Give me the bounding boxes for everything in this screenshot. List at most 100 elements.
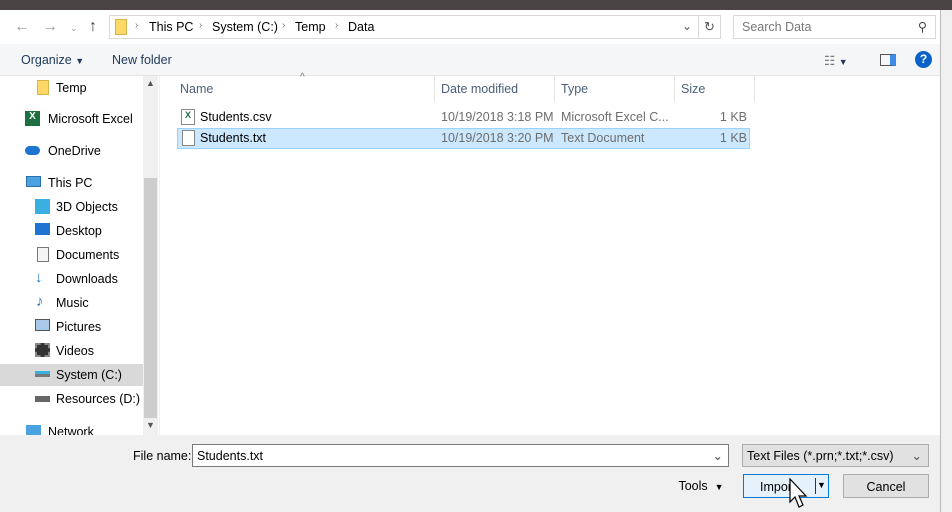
caret-down-icon: ▼: [75, 56, 85, 66]
search-input[interactable]: Search Data ⚲: [733, 15, 936, 39]
file-size: 1 KB: [719, 110, 747, 124]
title-bar: [0, 0, 952, 10]
file-size: 1 KB: [719, 131, 747, 145]
sidebar-item-resources-d[interactable]: Resources (D:): [0, 388, 143, 410]
sidebar-item-label: Downloads: [56, 272, 118, 286]
tools-label: Tools: [678, 479, 708, 493]
new-folder-button[interactable]: New folder: [112, 53, 172, 67]
sidebar-item-temp[interactable]: Temp: [0, 77, 143, 99]
breadcrumb-data[interactable]: Data: [348, 20, 374, 34]
column-header-size[interactable]: Size: [681, 82, 705, 96]
file-name: Students.csv: [200, 110, 272, 124]
file-row-students-csv[interactable]: X Students.csv 10/19/2018 3:18 PM Micros…: [177, 107, 750, 128]
cancel-button[interactable]: Cancel: [843, 474, 929, 498]
sidebar-item-network[interactable]: Network: [0, 420, 143, 435]
organize-label: Organize: [21, 53, 72, 67]
recent-dropdown-icon[interactable]: ⌄: [70, 23, 78, 34]
sidebar-item-videos[interactable]: Videos: [0, 340, 143, 362]
sidebar-item-microsoft-excel[interactable]: X Microsoft Excel: [0, 108, 143, 130]
sidebar-item-label: System (C:): [56, 368, 122, 382]
import-options-caret-icon[interactable]: ▼: [817, 480, 826, 490]
sidebar-item-label: Resources (D:): [56, 392, 141, 406]
sidebar-item-label: 3D Objects: [56, 200, 118, 214]
file-name-value: Students.txt: [197, 449, 264, 463]
download-icon: ↓: [35, 269, 43, 286]
toolbar: Organize ▼ New folder ☷ ▼ ?: [0, 44, 940, 76]
file-type: Text Document: [561, 131, 645, 145]
tools-button[interactable]: Tools ▼: [666, 474, 736, 498]
address-bar[interactable]: › This PC › System (C:) › Temp › Data ⌄ …: [109, 15, 721, 39]
breadcrumb-this-pc[interactable]: This PC: [149, 20, 193, 34]
sidebar-item-music[interactable]: ♪ Music: [0, 292, 143, 314]
chevron-right-icon: ›: [135, 20, 139, 31]
csv-file-icon: X: [181, 109, 195, 125]
up-icon[interactable]: ↑: [89, 18, 97, 36]
sidebar-item-onedrive[interactable]: OneDrive: [0, 140, 143, 162]
chevron-down-icon[interactable]: ⌄: [713, 448, 723, 463]
desktop-icon: [35, 223, 50, 235]
column-header-date-modified[interactable]: Date modified: [441, 82, 518, 96]
breadcrumb-system-c[interactable]: System (C:): [212, 20, 278, 34]
cube-icon: [35, 199, 50, 214]
sidebar-item-label: Documents: [56, 248, 120, 262]
sidebar-item-pictures[interactable]: Pictures: [0, 316, 143, 338]
sidebar-item-desktop[interactable]: Desktop: [0, 220, 143, 242]
scroll-down-icon[interactable]: ▼: [146, 420, 155, 430]
drive-icon: [35, 371, 50, 377]
sidebar-item-label: Network: [48, 425, 94, 435]
sidebar-item-label: Music: [56, 296, 89, 310]
chevron-down-icon[interactable]: ⌄: [682, 19, 692, 33]
pictures-icon: [35, 319, 50, 331]
file-date: 10/19/2018 3:20 PM: [441, 131, 554, 145]
forward-icon[interactable]: →: [42, 18, 58, 36]
file-type-value: Text Files (*.prn;*.txt;*.csv): [747, 449, 894, 463]
scroll-up-icon[interactable]: ▲: [146, 78, 155, 88]
video-icon: [35, 343, 50, 357]
folder-icon: [37, 80, 49, 95]
excel-icon: X: [25, 111, 40, 126]
sidebar-item-this-pc[interactable]: This PC: [0, 172, 143, 194]
file-name-label: File name:: [133, 449, 192, 463]
sidebar-item-downloads[interactable]: ↓ Downloads: [0, 268, 143, 290]
scrollbar-thumb[interactable]: [144, 178, 157, 418]
file-name: Students.txt: [200, 131, 267, 145]
background-window-edge: [940, 10, 952, 512]
sidebar-item-label: This PC: [48, 176, 93, 190]
view-options-icon[interactable]: ☷ ▼: [824, 53, 848, 68]
sidebar-item-label: Desktop: [56, 224, 102, 238]
text-file-icon: [182, 130, 195, 146]
back-icon[interactable]: ←: [14, 18, 30, 36]
mouse-cursor-icon: [789, 478, 808, 508]
organize-button[interactable]: Organize ▼: [21, 53, 84, 67]
chevron-right-icon: ›: [199, 20, 203, 31]
sidebar-item-label: Pictures: [56, 320, 102, 334]
file-row-students-txt[interactable]: Students.txt 10/19/2018 3:20 PM Text Doc…: [177, 128, 750, 149]
search-icon: ⚲: [917, 20, 927, 34]
sidebar-item-system-c[interactable]: System (C:): [0, 364, 143, 386]
column-header-type[interactable]: Type: [561, 82, 588, 96]
sidebar-item-3d-objects[interactable]: 3D Objects: [0, 196, 143, 218]
sidebar-item-label: Temp: [56, 81, 87, 95]
sidebar-item-label: Microsoft Excel: [48, 112, 133, 126]
refresh-icon[interactable]: ↻: [704, 19, 715, 35]
file-name-input[interactable]: Students.txt ⌄: [192, 444, 729, 467]
preview-pane-icon[interactable]: [880, 54, 896, 66]
column-header-name[interactable]: Name: [180, 82, 213, 96]
sidebar-item-documents[interactable]: Documents: [0, 244, 143, 266]
navigation-pane: Temp X Microsoft Excel OneDrive This PC 3…: [0, 76, 160, 435]
file-date: 10/19/2018 3:18 PM: [441, 110, 554, 124]
document-icon: [37, 247, 49, 262]
drive-icon: [35, 396, 50, 402]
chevron-down-icon: ⌄: [911, 449, 922, 463]
help-icon[interactable]: ?: [915, 51, 932, 68]
network-icon: [26, 425, 41, 435]
caret-down-icon: ▼: [714, 482, 724, 492]
search-placeholder: Search Data: [742, 20, 812, 34]
cloud-icon: [25, 146, 40, 155]
import-button[interactable]: Import ▼: [743, 474, 829, 498]
file-type-select[interactable]: Text Files (*.prn;*.txt;*.csv) ⌄: [742, 444, 929, 467]
computer-icon: [26, 176, 41, 187]
breadcrumb-temp[interactable]: Temp: [295, 20, 326, 34]
chevron-right-icon: ›: [335, 20, 339, 31]
sidebar-item-label: Videos: [56, 344, 94, 358]
